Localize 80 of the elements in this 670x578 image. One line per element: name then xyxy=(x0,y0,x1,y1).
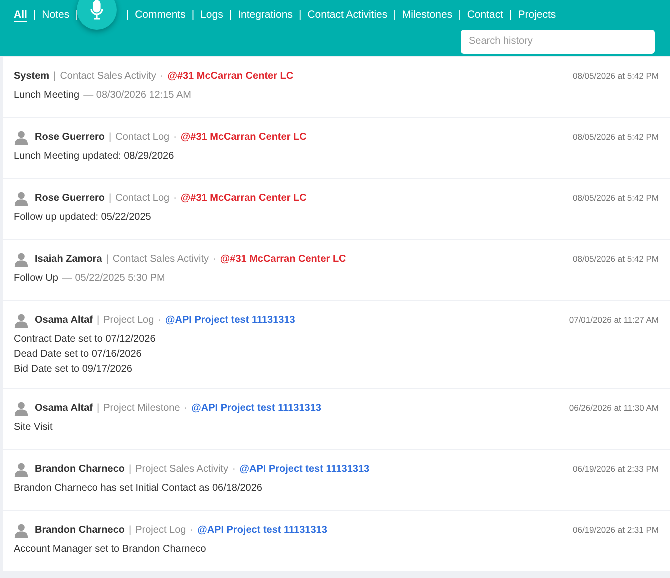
record-link[interactable]: @API Project test 11131313 xyxy=(166,313,296,328)
entry-separator: | xyxy=(54,70,56,84)
entry-text: Bid Date set to 09/17/2026 xyxy=(14,363,132,377)
entry-separator: · xyxy=(232,463,236,477)
entry-text: Follow Up xyxy=(14,272,58,286)
record-link[interactable]: @#31 McCarran Center LC xyxy=(220,252,346,267)
tab-separator: | xyxy=(33,8,36,23)
author-name: Rose Guerrero xyxy=(35,192,106,206)
entry-separator: · xyxy=(174,131,177,145)
filter-tab[interactable]: Notes xyxy=(42,8,70,24)
record-link[interactable]: @#31 McCarran Center LC xyxy=(168,69,294,84)
entry-date: — 08/30/2026 12:15 AM xyxy=(84,89,192,103)
entry-separator: | xyxy=(96,314,100,328)
entry-separator: | xyxy=(96,402,100,416)
entry-text: Site Visit xyxy=(14,421,53,435)
entry-date: — 05/22/2025 5:30 PM xyxy=(62,272,166,286)
entry-separator: | xyxy=(129,524,132,538)
tab-separator: | xyxy=(458,8,462,23)
author-name: System xyxy=(14,70,50,84)
entry-separator: · xyxy=(158,314,162,328)
entry-text: Lunch Meeting xyxy=(14,89,80,103)
filter-tab[interactable]: Projects xyxy=(518,8,556,24)
entry-timestamp: 08/05/2026 at 5:42 PM xyxy=(572,253,659,266)
entry-separator: · xyxy=(213,253,216,267)
record-link[interactable]: @#31 McCarran Center LC xyxy=(180,130,307,145)
search-field[interactable]: Search history xyxy=(461,30,655,54)
filter-tab[interactable]: Integrations xyxy=(238,8,293,24)
filter-tab[interactable]: All xyxy=(14,8,28,24)
entry-timestamp: 06/19/2026 at 2:31 PM xyxy=(572,524,659,537)
record-link[interactable]: @API Project test 11131313 xyxy=(192,401,322,416)
entry-separator: | xyxy=(106,253,109,267)
entry-timestamp: 07/01/2026 at 11:27 AM xyxy=(569,314,659,327)
entry-separator: · xyxy=(174,192,177,206)
entry-text: Dead Date set to 07/16/2026 xyxy=(14,348,142,362)
entry-text: Follow up updated: 05/22/2025 xyxy=(14,211,152,225)
entry-source: Contact Sales Activity xyxy=(60,70,156,84)
entry-source: Contact Sales Activity xyxy=(112,253,210,267)
entry-timestamp: 06/19/2026 at 2:33 PM xyxy=(572,463,659,476)
entry-separator: | xyxy=(129,463,132,477)
tab-separator: | xyxy=(229,8,232,23)
entry-separator: | xyxy=(109,192,112,206)
entry-timestamp: 08/05/2026 at 5:42 PM xyxy=(572,131,659,144)
entry-text: Brandon Charneco has set Initial Contact as 06/18/2026 xyxy=(14,482,262,496)
entry-separator: · xyxy=(190,524,194,538)
author-name: Rose Guerrero xyxy=(35,131,106,145)
entry-source: Project Sales Activity xyxy=(136,463,228,477)
entry-timestamp: 08/05/2026 at 5:42 PM xyxy=(572,192,659,205)
entry-text: Contract Date set to 07/12/2026 xyxy=(14,333,156,347)
entry-source: Project Log xyxy=(104,314,154,328)
tab-separator: | xyxy=(394,8,396,23)
entry-text: Account Manager set to Brandon Charneco xyxy=(14,543,206,557)
tab-separator: | xyxy=(510,8,512,23)
tab-separator: | xyxy=(298,8,302,23)
entry-source: Contact Log xyxy=(116,192,170,206)
filter-tab[interactable]: Comments xyxy=(135,8,186,24)
filter-tab[interactable]: Logs xyxy=(200,8,224,24)
author-name: Brandon Charneco xyxy=(35,463,126,477)
author-name: Isaiah Zamora xyxy=(35,253,102,267)
tab-separator: | xyxy=(76,8,78,23)
filter-tab[interactable]: Contact xyxy=(467,8,504,24)
record-link[interactable]: @API Project test 11131313 xyxy=(240,462,370,477)
entry-separator: · xyxy=(160,70,164,84)
entry-source: Project Milestone xyxy=(104,402,180,416)
author-name: Osama Altaf xyxy=(35,402,93,416)
filter-tab[interactable]: Contact Activities xyxy=(308,8,388,24)
entry-text: Lunch Meeting updated: 08/29/2026 xyxy=(14,150,174,164)
author-name: Brandon Charneco xyxy=(35,524,126,538)
filter-tab[interactable]: Milestones xyxy=(402,8,453,24)
entry-timestamp: 08/05/2026 at 5:42 PM xyxy=(572,70,659,83)
author-name: Osama Altaf xyxy=(35,314,93,328)
entry-source: Project Log xyxy=(136,524,186,538)
record-link[interactable]: @#31 McCarran Center LC xyxy=(180,191,307,206)
microphone-icon xyxy=(90,0,104,20)
entry-separator: | xyxy=(109,131,112,145)
tab-separator: | xyxy=(126,8,130,23)
entry-source: Contact Log xyxy=(116,131,170,145)
tab-separator: | xyxy=(192,8,195,23)
record-link[interactable]: @API Project test 11131313 xyxy=(198,523,328,538)
entry-timestamp: 06/26/2026 at 11:30 AM xyxy=(569,402,659,415)
entry-separator: · xyxy=(184,402,188,416)
